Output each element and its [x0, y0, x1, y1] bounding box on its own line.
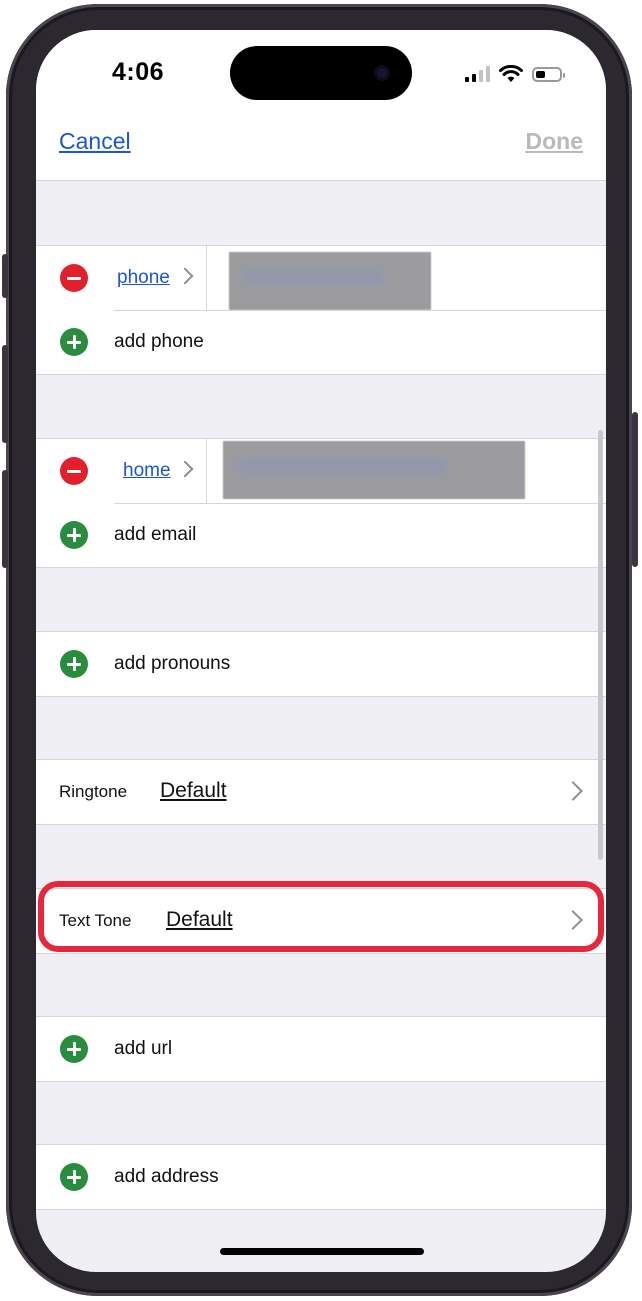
- email-type-label[interactable]: home: [123, 460, 171, 482]
- ringtone-title: Ringtone: [59, 782, 128, 801]
- add-address-label: add address: [114, 1166, 219, 1187]
- add-phone-icon: [60, 328, 88, 356]
- add-url-icon: [60, 1035, 88, 1063]
- url-group: add url: [36, 1016, 606, 1082]
- address-group: add address: [36, 1144, 606, 1210]
- add-phone-label: add phone: [114, 331, 204, 352]
- status-time: 4:06: [112, 58, 165, 86]
- add-email-icon: [60, 521, 88, 549]
- add-address-row[interactable]: add address: [36, 1145, 606, 1209]
- volume-down-button: [2, 470, 8, 568]
- delete-email-button[interactable]: [60, 457, 88, 485]
- email-row: home: [36, 439, 606, 503]
- status-bar: 4:06: [36, 30, 606, 120]
- email-group: home add email: [36, 438, 606, 568]
- add-pronouns-row[interactable]: add pronouns: [36, 632, 606, 696]
- add-email-label: add email: [114, 524, 197, 545]
- delete-phone-button[interactable]: [60, 264, 88, 292]
- phone-row: phone: [36, 246, 606, 310]
- home-indicator[interactable]: [220, 1248, 424, 1255]
- ringtone-value: Default: [160, 779, 227, 802]
- add-url-label: add url: [114, 1038, 173, 1059]
- power-button: [632, 412, 638, 567]
- chevron-right-icon: [176, 267, 194, 285]
- phone-number-field-redacted[interactable]: [229, 252, 431, 310]
- done-button[interactable]: Done: [526, 128, 584, 155]
- pronouns-group: add pronouns: [36, 631, 606, 697]
- text-tone-title: Text Tone: [59, 911, 132, 930]
- scrollbar[interactable]: [598, 430, 603, 860]
- battery-icon: [532, 66, 565, 82]
- add-url-row[interactable]: add url: [36, 1017, 606, 1081]
- chevron-right-icon: [563, 910, 583, 930]
- divider: [206, 246, 207, 310]
- email-address-field-redacted[interactable]: [223, 441, 525, 499]
- volume-up-button: [2, 345, 8, 443]
- text-tone-group: Text Tone Default: [36, 888, 606, 954]
- add-phone-row[interactable]: add phone: [36, 310, 606, 374]
- wifi-icon: [499, 65, 523, 82]
- ringtone-row[interactable]: Ringtone Default: [36, 760, 606, 824]
- nav-bar: Cancel Done: [36, 120, 606, 181]
- add-pronouns-label: add pronouns: [114, 653, 231, 674]
- cellular-signal-icon: [465, 66, 490, 82]
- add-pronouns-icon: [60, 650, 88, 678]
- action-button: [2, 254, 8, 298]
- divider: [206, 439, 207, 503]
- add-address-icon: [60, 1163, 88, 1191]
- phone-group: phone add phone: [36, 245, 606, 375]
- camera-icon: [374, 65, 390, 81]
- cancel-button[interactable]: Cancel: [59, 128, 131, 155]
- status-icons: [465, 64, 565, 84]
- text-tone-value: Default: [166, 908, 233, 931]
- ringtone-group: Ringtone Default: [36, 759, 606, 825]
- text-tone-row[interactable]: Text Tone Default: [36, 889, 606, 953]
- chevron-right-icon: [176, 460, 194, 478]
- screen: 4:06 Cancel Done phone add phone home ad…: [36, 30, 606, 1272]
- chevron-right-icon: [563, 781, 583, 801]
- add-email-row[interactable]: add email: [36, 503, 606, 567]
- dynamic-island: [230, 46, 412, 100]
- phone-type-label[interactable]: phone: [117, 267, 170, 289]
